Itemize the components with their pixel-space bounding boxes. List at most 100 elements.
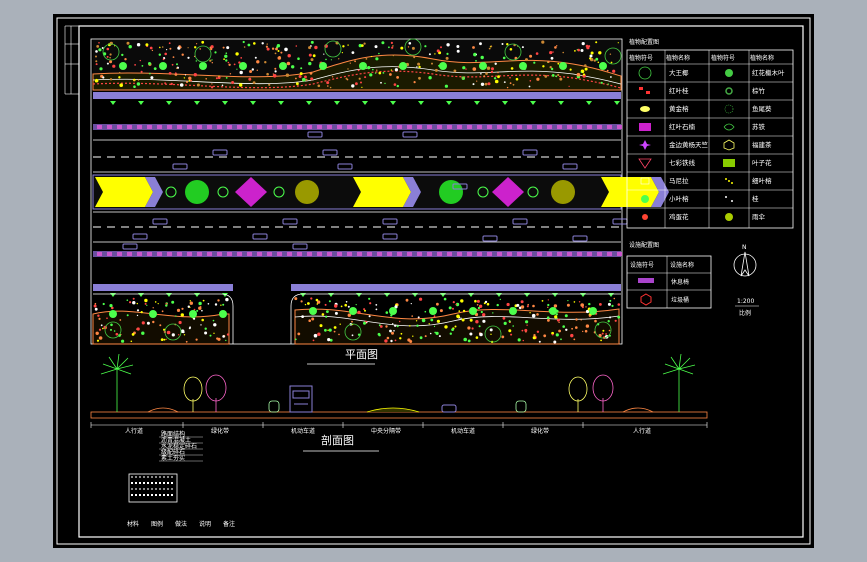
shrub-dot [243,46,246,48]
inner-frame [78,25,804,538]
shrub-dot [382,72,385,74]
shrub-dot [169,47,172,50]
shrub-dot [98,42,100,44]
shrub-dot [559,77,563,81]
vehicle [252,233,268,240]
strip-shrub [577,125,582,129]
shrub-dot [96,339,100,342]
shrub-dot [501,43,504,45]
triangle-marker [250,101,256,105]
tree-symbol [389,307,397,315]
shrub-dot [349,62,351,64]
shrub-dot [392,54,395,57]
shrub-dot [469,318,473,322]
median-grid-tree [295,180,319,204]
shrub-dot [157,303,159,305]
strip-shrub [487,252,492,256]
shrub-dot [552,51,554,53]
shrub-dot [235,52,239,56]
shrub-dot [264,61,267,64]
shrub-dot [144,298,148,303]
shrub-dot [479,332,483,337]
shrub-dot [538,340,541,343]
vehicle [172,163,188,170]
bench-icon [638,278,654,283]
shrub-dot [109,53,112,56]
shrub-dot [179,83,184,87]
shrub-dot [556,318,560,322]
shrub-dot [171,63,174,66]
shrub-dot [418,65,421,69]
shrub-dot [484,300,488,304]
strip-shrub [197,125,202,129]
shrub-dot [329,86,332,89]
tree-symbol [349,307,357,315]
shrub-dot [222,303,225,306]
shrub-dot [280,51,283,54]
strip-shrub [497,252,502,256]
shrub-dot [189,306,191,308]
shrub-dot [126,314,129,317]
strip-shrub [617,125,622,129]
shrub-dot [484,82,488,86]
shrub-dot [494,62,497,65]
shrub-dot [467,339,471,343]
shrub-dot [557,62,560,65]
shrub-dot [109,78,113,81]
bin-icon [640,293,652,306]
tree-symbol [589,307,597,315]
shrub-dot [295,45,298,47]
plant-name-left: 红叶桂 [669,86,689,95]
shrub-dot [327,329,329,331]
shrub-dot [124,58,127,61]
section-tree-right-1 [568,376,588,412]
shrub-dot [146,321,150,325]
shrub-dot [216,337,219,340]
shrub-dot [178,320,182,325]
shrub-dot [375,308,378,311]
shrub-dot [385,325,388,328]
tree-symbol [399,62,407,70]
shrub-dot [521,329,524,332]
shrub-dot [98,336,103,340]
shrub-dot [588,314,592,317]
shrub-dot [294,297,298,301]
strip-shrub [447,125,452,129]
shrub-dot [506,302,510,307]
plant-header-1: 植物符号 [629,54,653,62]
shrub-dot [374,72,377,74]
shrub-dot [553,304,558,308]
shrub-dot [594,319,597,323]
shrub-dot [533,334,536,337]
strip-shrub [297,252,302,256]
section-car [441,404,457,413]
shrub-dot [595,41,598,44]
shrub-dot [363,321,366,325]
strip-shrub [457,252,462,256]
shrub-dot [444,84,448,88]
shrub-dot [492,312,494,314]
shrub-dot [126,41,130,45]
legend-row-label: 备注 [223,520,235,528]
shrub-dot [126,299,129,302]
shrub-dot [560,338,562,341]
strip-shrub [257,252,262,256]
shrub-dot [412,335,414,337]
strip-shrub [447,252,452,256]
shrub-dot [338,333,340,336]
shrub-dot [132,297,135,300]
plant-name-right: 苏铁 [752,122,766,131]
shrub-dot [344,303,348,307]
shrub-dot [304,75,307,79]
shrub-dot [421,318,426,323]
shrub-dot [431,62,433,65]
shrub-dot [599,303,602,306]
triangle-marker [222,101,228,105]
section-zone-label: 绿化带 [211,427,229,435]
shrub-dot [416,324,419,327]
shrub-dot [341,52,343,54]
shrub-dot [532,304,535,308]
shrub-dot [184,74,187,76]
shrub-dot [392,323,394,325]
triangle-marker [418,101,424,105]
